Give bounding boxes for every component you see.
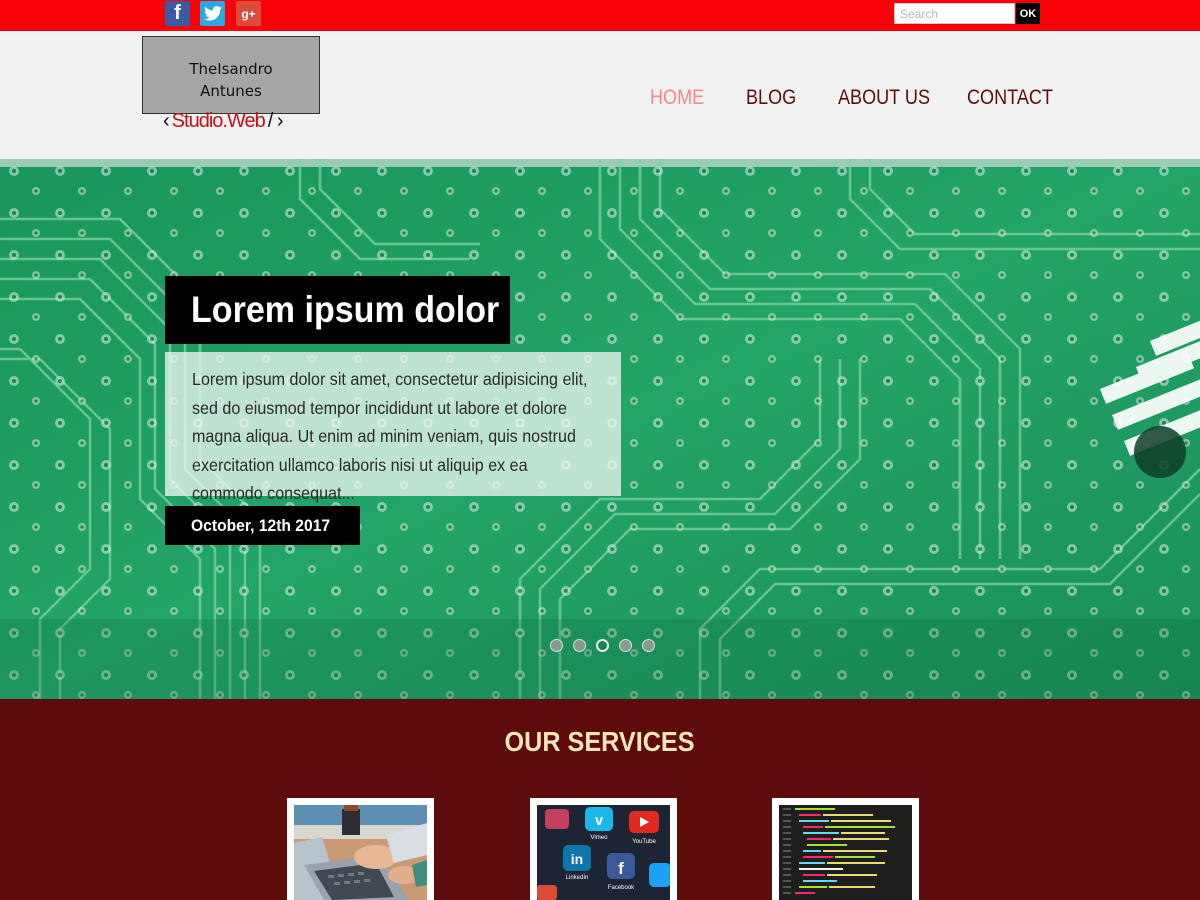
svg-text:YouTube: YouTube (632, 839, 656, 845)
slide-title: Lorem ipsum dolor (165, 276, 510, 344)
slider-dot-1[interactable] (550, 639, 563, 652)
twitter-icon[interactable] (200, 1, 225, 26)
svg-text:Vimeo: Vimeo (591, 835, 609, 841)
svg-text:Facebook: Facebook (608, 885, 635, 891)
site-header: TheIsandro Antunes ‹ Studio.Web / › HOME… (0, 31, 1200, 159)
nav-home[interactable]: HOME (650, 83, 704, 113)
nav-blog[interactable]: BLOG (746, 83, 796, 113)
logo-tagline: ‹ Studio.Web / › (163, 110, 284, 133)
facebook-icon[interactable]: f (165, 1, 190, 26)
svg-text:LinkedIn: LinkedIn (566, 875, 589, 881)
svg-text:in: in (571, 851, 583, 867)
top-bar: f g+ OK (0, 0, 1200, 31)
laptop-typing-image (294, 805, 427, 900)
slider-dot-2[interactable] (573, 639, 586, 652)
logo-studio-text: Studio.Web (171, 110, 266, 132)
slide-date: October, 12th 2017 (165, 506, 360, 545)
logo-line-1: TheIsandro (189, 60, 273, 78)
service-card-3[interactable] (772, 798, 919, 900)
social-media-apps-image: v Vimeo YouTube in LinkedIn f Facebook (537, 805, 670, 900)
search-input[interactable] (894, 3, 1015, 24)
logo[interactable]: TheIsandro Antunes (142, 36, 320, 114)
logo-bracket-left: ‹ (163, 110, 170, 132)
slider-dot-4[interactable] (619, 639, 632, 652)
svg-text:f: f (618, 859, 624, 878)
code-editor-image (779, 805, 912, 900)
services-title: OUR SERVICES (505, 726, 695, 757)
slider-dot-5[interactable] (642, 639, 655, 652)
nav-about-us[interactable]: ABOUT US (838, 83, 930, 113)
search-button[interactable]: OK (1016, 3, 1040, 24)
logo-bracket-right: / › (267, 110, 284, 132)
service-card-1[interactable] (287, 798, 434, 900)
nav-contact[interactable]: CONTACT (967, 83, 1053, 113)
slide-excerpt: Lorem ipsum dolor sit amet, consectetur … (165, 352, 621, 503)
slider-dot-3[interactable] (596, 639, 609, 652)
google-plus-icon[interactable]: g+ (236, 1, 261, 26)
service-card-2[interactable]: v Vimeo YouTube in LinkedIn f Facebook (530, 798, 677, 900)
hero-slider: Lorem ipsum dolor Lorem ipsum dolor sit … (0, 159, 1200, 699)
svg-text:v: v (595, 812, 604, 829)
services-section: OUR SERVICES v Vimeo YouTube in LinkedIn… (0, 699, 1200, 900)
logo-line-2: Antunes (200, 82, 262, 100)
